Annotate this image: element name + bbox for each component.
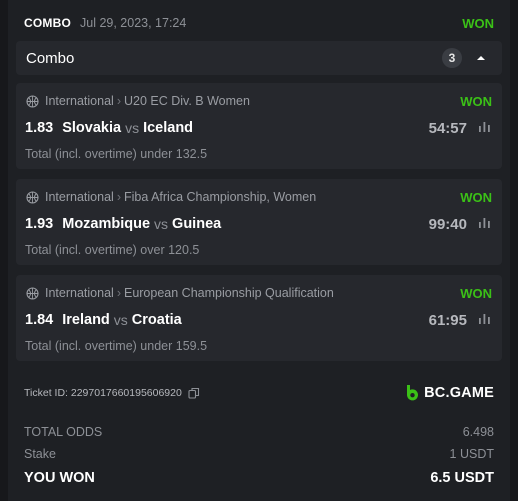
- leg-odds: 1.83: [25, 120, 54, 136]
- away-team: Croatia: [131, 312, 182, 328]
- bet-datetime: Jul 29, 2023, 17:24: [80, 16, 187, 30]
- stats-icon[interactable]: [478, 217, 492, 231]
- leg-market: Total (incl. overtime) under 132.5: [25, 147, 208, 161]
- ticket-id: Ticket ID: 2297017660195606920: [24, 387, 182, 399]
- bc-game-logo-icon: [405, 384, 419, 402]
- away-team: Guinea: [172, 216, 222, 232]
- leg-market: Total (incl. overtime) under 159.5: [25, 339, 208, 353]
- leg-status-badge: WON: [460, 93, 492, 109]
- leg-league[interactable]: International › European Championship Qual…: [45, 286, 334, 300]
- bet-status-badge: WON: [462, 15, 494, 31]
- home-team: Ireland: [62, 312, 110, 328]
- payout-value: 6.5 USDT: [430, 470, 494, 486]
- total-odds-value: 6.498: [462, 425, 494, 439]
- basketball-icon: [26, 94, 39, 108]
- chevron-up-icon[interactable]: [470, 48, 492, 68]
- bet-leg-1: International › U20 EC Div. B Women WON 1.…: [16, 83, 502, 169]
- leg-status-badge: WON: [460, 285, 492, 301]
- final-score: 99:40: [428, 215, 467, 233]
- stats-icon[interactable]: [478, 313, 492, 327]
- final-score: 61:95: [428, 311, 467, 329]
- leg-tournament: U20 EC Div. B Women: [123, 94, 250, 108]
- leg-category: International: [45, 94, 114, 108]
- vs-label: vs: [154, 216, 169, 232]
- payout-label: YOU WON: [24, 470, 95, 486]
- leg-category: International: [45, 286, 114, 300]
- leg-league[interactable]: International › Fiba Africa Championship, …: [45, 190, 316, 204]
- bet-type-label: COMBO: [24, 16, 71, 30]
- selection-count-badge: 3: [442, 48, 462, 68]
- bet-leg-3: International › European Championship Qual…: [16, 275, 502, 361]
- bet-leg-2: International › Fiba Africa Championship, …: [16, 179, 502, 265]
- brand-name: BC.GAME: [424, 385, 494, 401]
- combo-title: Combo: [26, 49, 75, 67]
- leg-status-badge: WON: [460, 189, 492, 205]
- copy-icon[interactable]: [188, 387, 200, 399]
- leg-category: International: [45, 190, 114, 204]
- bet-header: COMBO Jul 29, 2023, 17:24 WON: [24, 13, 494, 33]
- home-team: Mozambique: [62, 216, 151, 232]
- stake-value: 1 USDT: [449, 447, 494, 461]
- bet-card: COMBO Jul 29, 2023, 17:24 WON Combo 3 In…: [8, 0, 510, 501]
- basketball-icon: [26, 286, 39, 300]
- total-odds-label: TOTAL ODDS: [24, 425, 103, 439]
- stake-row: Stake 1 USDT: [24, 445, 494, 463]
- home-team: Slovakia: [62, 120, 122, 136]
- leg-market: Total (incl. overtime) over 120.5: [25, 243, 200, 257]
- total-odds-row: TOTAL ODDS 6.498: [24, 423, 494, 441]
- payout-row: YOU WON 6.5 USDT: [24, 469, 494, 487]
- leg-odds: 1.93: [25, 216, 54, 232]
- final-score: 54:57: [428, 119, 467, 137]
- leg-tournament: Fiba Africa Championship, Women: [123, 190, 317, 204]
- basketball-icon: [26, 190, 39, 204]
- combo-toggle-bar[interactable]: Combo 3: [16, 41, 502, 75]
- ticket-row: Ticket ID: 2297017660195606920 BC.GAME: [24, 383, 494, 403]
- stake-label: Stake: [24, 447, 56, 461]
- vs-label: vs: [113, 312, 128, 328]
- leg-odds: 1.84: [25, 312, 54, 328]
- away-team: Iceland: [143, 120, 194, 136]
- vs-label: vs: [125, 120, 140, 136]
- brand-logo: BC.GAME: [405, 384, 494, 402]
- stats-icon[interactable]: [478, 121, 492, 135]
- leg-league[interactable]: International › U20 EC Div. B Women: [45, 94, 250, 108]
- leg-tournament: European Championship Qualification: [123, 286, 334, 300]
